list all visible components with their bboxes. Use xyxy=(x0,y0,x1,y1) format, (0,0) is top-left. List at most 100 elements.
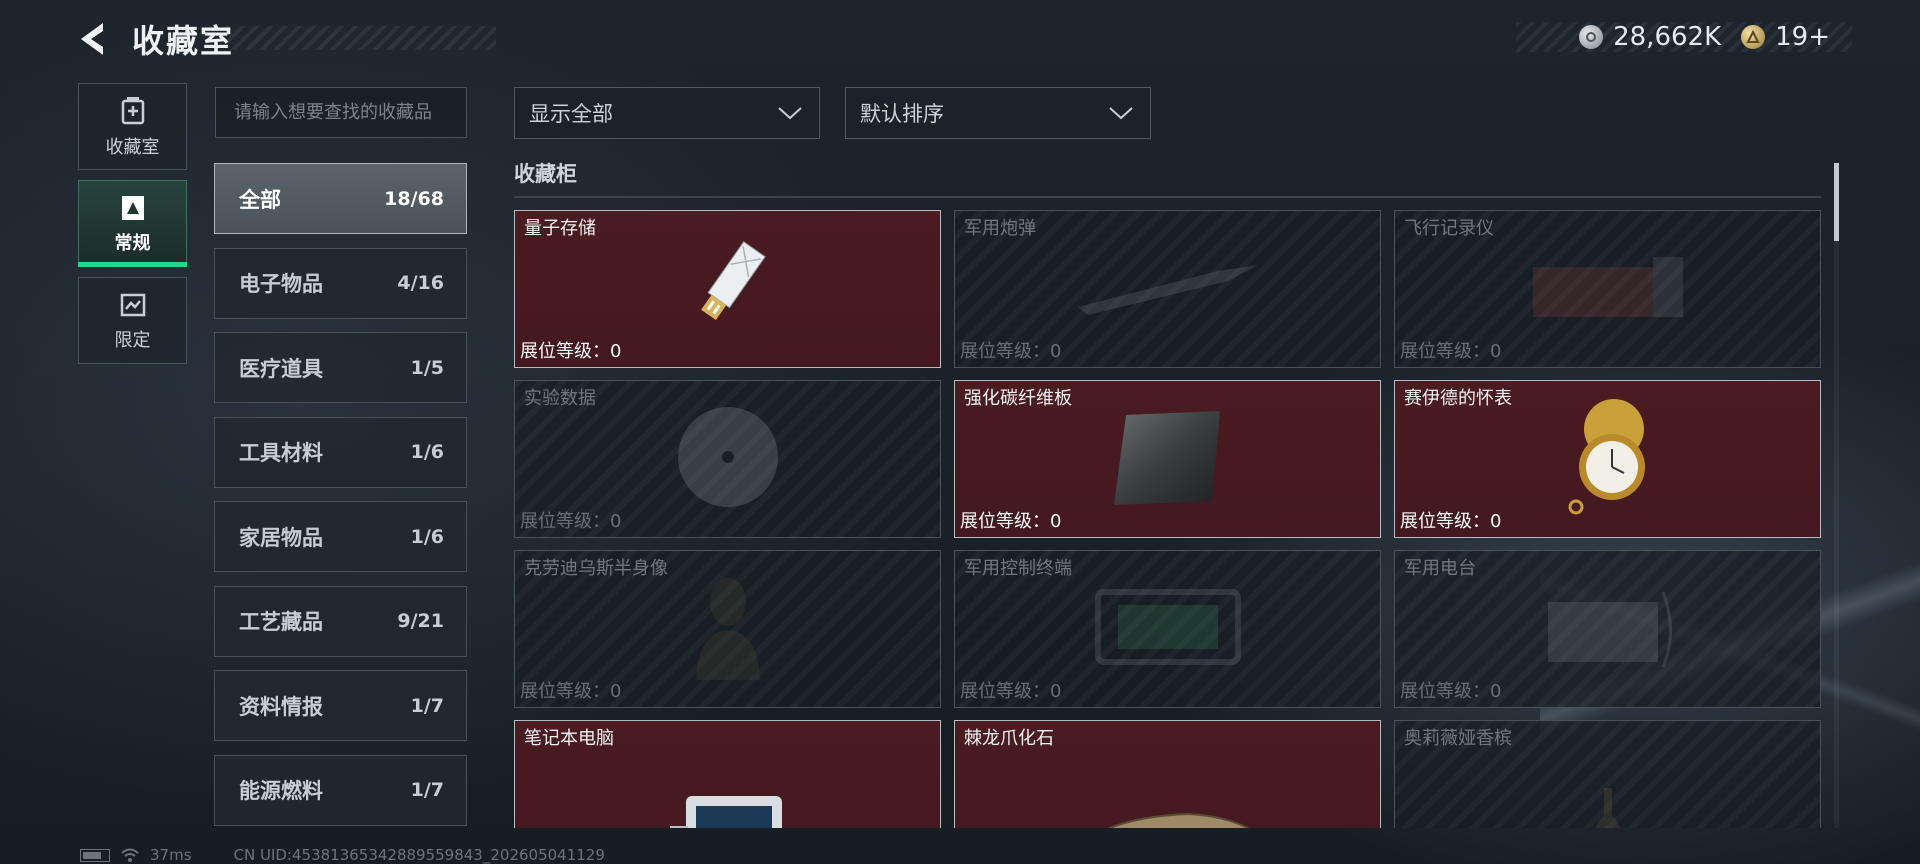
category-count: 1/5 xyxy=(410,356,444,379)
collection-card[interactable]: 赛伊德的怀表 展位等级：0 xyxy=(1394,380,1821,538)
search-input[interactable] xyxy=(234,102,466,123)
nav-label: 收藏室 xyxy=(105,136,160,158)
section-header: 收藏柜 xyxy=(514,158,1821,198)
radio-icon xyxy=(1533,582,1683,676)
collection-card[interactable]: 军用炮弹 展位等级：0 xyxy=(954,210,1381,368)
category-count: 1/7 xyxy=(410,694,444,717)
item-name: 军用炮弹 xyxy=(964,218,1036,239)
scrollbar-thumb[interactable] xyxy=(1834,163,1839,241)
section-title: 收藏柜 xyxy=(514,162,577,186)
item-level: 展位等级：0 xyxy=(520,681,622,702)
category-name: 工具材料 xyxy=(239,441,323,465)
category-item-household[interactable]: 家居物品 1/6 xyxy=(214,501,467,572)
category-list: 全部 18/68 电子物品 4/16 医疗道具 1/5 工具材料 1/6 家居物… xyxy=(214,163,467,839)
item-level: 展位等级：0 xyxy=(960,341,1062,362)
category-item-energy[interactable]: 能源燃料 1/7 xyxy=(214,754,467,826)
limited-icon xyxy=(120,293,145,316)
laptop-icon xyxy=(668,786,788,828)
category-count: 1/6 xyxy=(410,525,444,548)
category-item-tools[interactable]: 工具材料 1/6 xyxy=(214,416,467,488)
category-count: 9/21 xyxy=(397,610,444,632)
category-name: 能源燃料 xyxy=(239,779,323,803)
category-name: 家居物品 xyxy=(239,525,323,550)
nav-item-collection-room[interactable]: 收藏室 xyxy=(78,83,187,170)
currency-bar: 28,662K 19+ xyxy=(1516,22,1852,52)
chevron-down-icon xyxy=(778,107,802,120)
item-level: 展位等级：0 xyxy=(960,511,1062,532)
collection-card[interactable]: 实验数据 展位等级：0 xyxy=(514,380,941,538)
item-level: 展位等级：0 xyxy=(1400,681,1502,702)
item-name: 笔记本电脑 xyxy=(524,728,614,749)
category-item-intel[interactable]: 资料情报 1/7 xyxy=(214,670,467,741)
item-name: 赛伊德的怀表 xyxy=(1404,388,1512,409)
user-uid: CN UID:453813653428895598​43_20260504112… xyxy=(233,846,605,864)
category-name: 电子物品 xyxy=(239,272,323,296)
sort-dropdown[interactable]: 默认排序 xyxy=(845,87,1151,139)
data-disc-icon xyxy=(673,402,783,516)
ping-value: 37ms xyxy=(150,846,192,864)
nav-item-limited[interactable]: 限定 xyxy=(78,277,187,364)
display-filter-dropdown[interactable]: 显示全部 xyxy=(514,87,820,139)
sort-value: 默认排序 xyxy=(860,102,944,126)
battery-icon xyxy=(80,848,110,862)
item-name: 军用控制终端 xyxy=(964,558,1072,579)
category-count: 18/68 xyxy=(384,187,444,210)
collection-card[interactable]: 飞行记录仪 展位等级：0 xyxy=(1394,210,1821,368)
item-level: 展位等级：0 xyxy=(1400,341,1502,362)
champagne-icon xyxy=(1588,786,1628,828)
category-name: 工艺藏品 xyxy=(239,610,323,634)
gold-token-amount: 19+ xyxy=(1775,22,1830,52)
bust-icon xyxy=(688,572,768,686)
pocket-watch-icon xyxy=(1558,395,1658,523)
category-item-electronics[interactable]: 电子物品 4/16 xyxy=(214,247,467,319)
collection-card[interactable]: 棘龙爪化石 xyxy=(954,720,1381,828)
wifi-icon xyxy=(121,848,139,862)
category-name: 资料情报 xyxy=(239,694,323,719)
collection-card[interactable]: 军用控制终端 展位等级：0 xyxy=(954,550,1381,708)
item-level: 展位等级：0 xyxy=(960,681,1062,702)
gold-token-icon xyxy=(1741,25,1766,49)
back-arrow-icon xyxy=(81,23,103,55)
collection-card[interactable]: 军用电台 展位等级：0 xyxy=(1394,550,1821,708)
item-name: 棘龙爪化石 xyxy=(964,728,1054,749)
collection-card[interactable]: 量子存储 展位等级：0 xyxy=(514,210,941,368)
usb-drive-icon xyxy=(673,237,783,341)
regular-icon xyxy=(121,195,144,220)
category-name: 医疗道具 xyxy=(239,356,323,381)
item-level: 展位等级：0 xyxy=(520,511,622,532)
item-name: 奥莉薇娅香槟 xyxy=(1404,728,1512,749)
page-title: 收藏室 xyxy=(132,22,235,60)
category-name: 全部 xyxy=(239,187,281,212)
collection-grid: 量子存储 展位等级：0 军用炮弹 展位等级：0 飞行记录仪 展位等级：0 实验数… xyxy=(514,210,1822,828)
item-name: 量子存储 xyxy=(524,218,596,239)
nav-label: 限定 xyxy=(114,329,151,351)
scrollbar-track[interactable] xyxy=(1834,163,1839,828)
category-item-all[interactable]: 全部 18/68 xyxy=(214,163,467,234)
back-button[interactable] xyxy=(76,20,110,58)
category-item-medical[interactable]: 医疗道具 1/5 xyxy=(214,332,467,403)
category-item-crafts[interactable]: 工艺藏品 9/21 xyxy=(214,585,467,657)
collection-card[interactable]: 奥莉薇娅香槟 xyxy=(1394,720,1821,828)
item-level: 展位等级：0 xyxy=(1400,511,1502,532)
item-name: 实验数据 xyxy=(524,388,596,409)
nav-label: 常规 xyxy=(114,232,151,254)
collection-card[interactable]: 克劳迪乌斯半身像 展位等级：0 xyxy=(514,550,941,708)
item-name: 军用电台 xyxy=(1404,558,1476,579)
carbon-plate-icon xyxy=(1108,407,1228,511)
item-name: 飞行记录仪 xyxy=(1404,218,1494,239)
search-box xyxy=(215,87,467,138)
claw-fossil-icon xyxy=(1038,804,1298,828)
terminal-icon xyxy=(1093,587,1243,671)
flight-recorder-icon xyxy=(1523,247,1693,331)
collection-card[interactable]: 强化碳纤维板 展位等级：0 xyxy=(954,380,1381,538)
category-count: 4/16 xyxy=(397,272,444,294)
silver-coin-amount: 28,662K xyxy=(1613,22,1722,52)
nav-item-regular[interactable]: 常规 xyxy=(78,180,187,267)
shell-icon xyxy=(1068,257,1268,321)
status-bar: 37ms CN UID:453813653428895598​43_202605… xyxy=(80,846,605,864)
item-name: 强化碳纤维板 xyxy=(964,388,1072,409)
collection-card[interactable]: 笔记本电脑 xyxy=(514,720,941,828)
item-level: 展位等级：0 xyxy=(520,341,622,362)
category-count: 1/6 xyxy=(410,441,444,463)
header: 收藏室 xyxy=(76,18,496,60)
